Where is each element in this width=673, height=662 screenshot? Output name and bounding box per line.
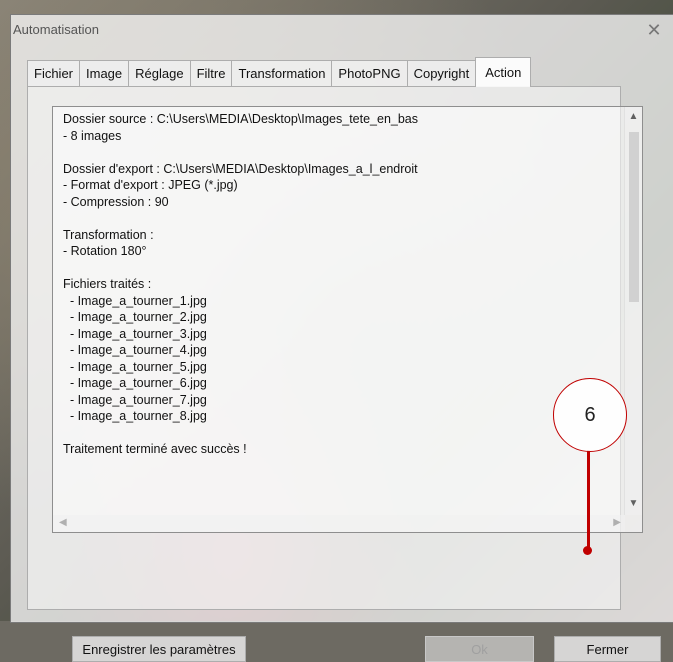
log-line: - Image_a_tourner_3.jpg <box>63 326 207 341</box>
step-callout-badge: 6 <box>553 378 627 452</box>
tab-strip: Fichier Image Réglage Filtre Transformation P… <box>27 57 532 87</box>
log-line: Fichiers traités : <box>63 277 152 291</box>
log-line: - Image_a_tourner_6.jpg <box>63 376 207 390</box>
tab-transformation[interactable]: Transformation <box>231 60 333 86</box>
log-line: - 8 images <box>63 128 122 143</box>
log-line: - Image_a_tourner_7.jpg <box>63 392 207 407</box>
scroll-down-icon[interactable]: ▼ <box>625 498 642 509</box>
log-line: Dossier d'export : C:\Users\MEDIA\Deskto… <box>63 161 418 176</box>
window-title: Automatisation <box>13 22 99 37</box>
log-line: - Image_a_tourner_4.jpg <box>63 343 207 357</box>
tab-fichier[interactable]: Fichier <box>27 60 81 86</box>
title-bar: Automatisation ✕ <box>11 15 673 45</box>
tab-réglage[interactable]: Réglage <box>128 60 191 86</box>
tab-filtre[interactable]: Filtre <box>189 60 233 86</box>
horizontal-scrollbar[interactable]: ◀ ▶ <box>53 515 625 532</box>
log-line: - Format d'export : JPEG (*.jpg) <box>63 178 238 192</box>
callout-pointer-dot <box>583 546 592 555</box>
log-line: Transformation : <box>63 227 154 242</box>
close-icon: ✕ <box>646 19 662 40</box>
log-line: Traitement terminé avec succès ! <box>63 442 247 456</box>
log-line: - Image_a_tourner_5.jpg <box>63 359 207 374</box>
log-content: Dossier source : C:\Users\MEDIA\Desktop\… <box>63 111 603 458</box>
tab-photopng[interactable]: PhotoPNG <box>331 60 408 86</box>
log-textarea[interactable]: Dossier source : C:\Users\MEDIA\Desktop\… <box>52 106 643 533</box>
log-line: - Image_a_tourner_8.jpg <box>63 409 207 423</box>
vertical-scrollbar[interactable]: ▲ ▼ <box>624 107 642 515</box>
tab-image[interactable]: Image <box>79 60 130 86</box>
tab-copyright[interactable]: Copyright <box>406 60 477 86</box>
log-line: - Rotation 180° <box>63 244 147 258</box>
automation-dialog: Automatisation ✕ Fichier Image Réglage Filt… <box>10 14 673 662</box>
scroll-right-icon[interactable]: ▶ <box>613 517 621 528</box>
tab-action[interactable]: Action <box>475 57 532 87</box>
close-button[interactable]: Fermer <box>554 636 661 662</box>
vertical-scroll-thumb[interactable] <box>629 132 639 302</box>
tab-panel-action: Dossier source : C:\Users\MEDIA\Desktop\… <box>27 86 661 662</box>
callout-pointer-line <box>587 450 590 550</box>
scroll-up-icon[interactable]: ▲ <box>625 111 642 122</box>
close-window-button[interactable]: ✕ <box>634 15 673 45</box>
log-line: - Image_a_tourner_2.jpg <box>63 310 207 324</box>
ok-button[interactable]: Ok <box>425 636 534 662</box>
log-line: Dossier source : C:\Users\MEDIA\Desktop\… <box>63 112 419 126</box>
save-settings-button[interactable]: Enregistrer les paramètres <box>72 636 246 662</box>
log-line: - Compression : 90 <box>63 194 169 209</box>
log-line: - Image_a_tourner_1.jpg <box>63 293 207 308</box>
scroll-left-icon[interactable]: ◀ <box>59 517 67 528</box>
